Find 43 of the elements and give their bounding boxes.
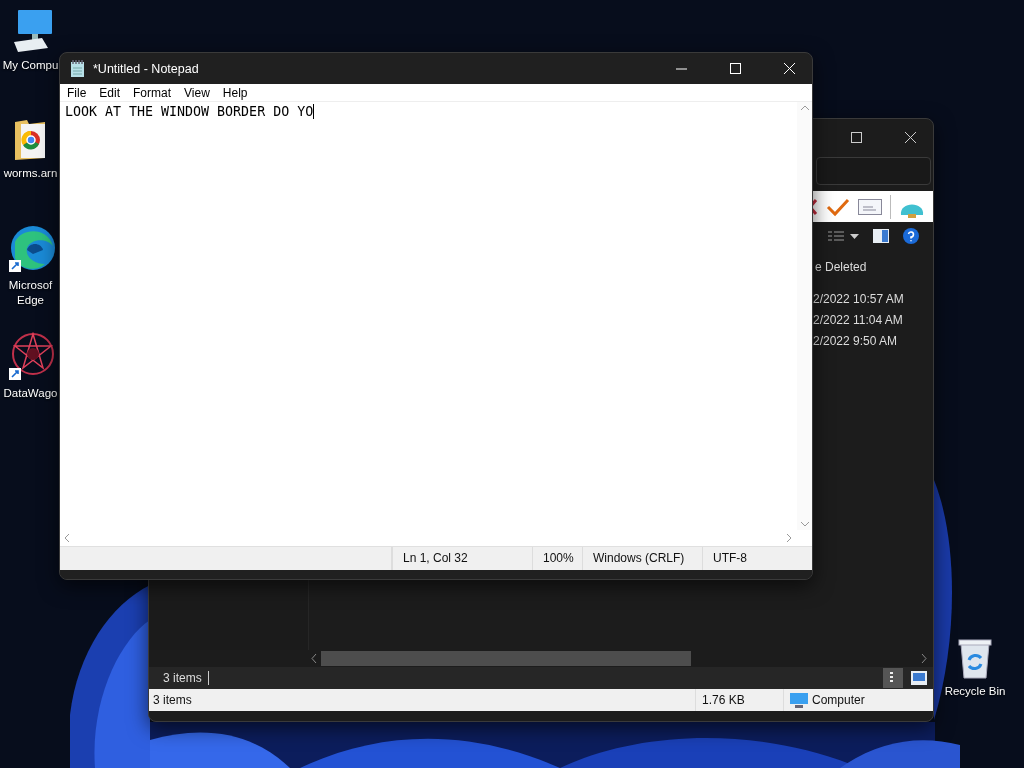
view-list-icon[interactable]: [828, 230, 844, 242]
scroll-down-icon[interactable]: [800, 522, 809, 527]
date-deleted-cell-text: 2/2022 10:57 AM: [813, 291, 905, 308]
date-deleted-cell-text: 2/2022 9:50 AM: [813, 333, 899, 350]
scroll-left-icon[interactable]: [64, 534, 69, 542]
envelope-icon[interactable]: [858, 198, 882, 215]
desktop-icon-label[interactable]: My Compu: [2, 58, 59, 73]
file-size: 1.76 KB: [695, 689, 783, 711]
desktop-icon-label[interactable]: worms.arn: [3, 166, 58, 181]
recycle-bin-icon[interactable]: [955, 636, 995, 680]
caret-icon[interactable]: [850, 233, 859, 239]
swirl-shortcut-icon: [6, 224, 55, 274]
desktop-icon-label[interactable]: DataWago: [3, 386, 58, 401]
menu-item[interactable]: Help: [215, 84, 254, 101]
thumbnail-view-icon[interactable]: [911, 671, 927, 685]
scroll-left-icon[interactable]: [311, 654, 317, 663]
monitor-icon: [790, 692, 808, 708]
item-count: 3 items: [152, 692, 193, 709]
desktop-icon-label[interactable]: Microsof Edge: [8, 278, 53, 308]
close-icon[interactable]: [904, 131, 916, 143]
details-view-icon[interactable]: [883, 668, 903, 688]
scroll-right-icon[interactable]: [787, 534, 792, 542]
desktop-icon-label[interactable]: Recycle Bin: [944, 684, 1006, 699]
vertical-scrollbar[interactable]: [797, 102, 812, 530]
notepad-icon: [70, 60, 85, 77]
location-text: Computer: [812, 692, 865, 709]
scroll-right-icon[interactable]: [921, 654, 927, 663]
minimize-icon[interactable]: [675, 67, 687, 70]
column-header[interactable]: e Deleted: [815, 260, 933, 275]
preview-pane-icon[interactable]: [873, 229, 889, 243]
star-pattern-shortcut-icon: [6, 332, 55, 382]
scroll-up-icon[interactable]: [800, 105, 809, 110]
window-title: *Untitled - Notepad: [93, 61, 200, 76]
horizontal-scrollbar[interactable]: [60, 530, 812, 546]
menu-item[interactable]: File: [60, 84, 93, 101]
maximize-icon[interactable]: [850, 131, 862, 143]
menu-item[interactable]: View: [177, 84, 216, 101]
checkmark-icon[interactable]: [826, 196, 850, 217]
item-count: 3 items: [163, 671, 209, 685]
date-deleted-cell-text: 2/2022 11:04 AM: [813, 312, 904, 329]
help-icon[interactable]: [903, 228, 919, 244]
menu-item[interactable]: Edit: [92, 84, 127, 101]
menu-item[interactable]: Format: [126, 84, 178, 101]
